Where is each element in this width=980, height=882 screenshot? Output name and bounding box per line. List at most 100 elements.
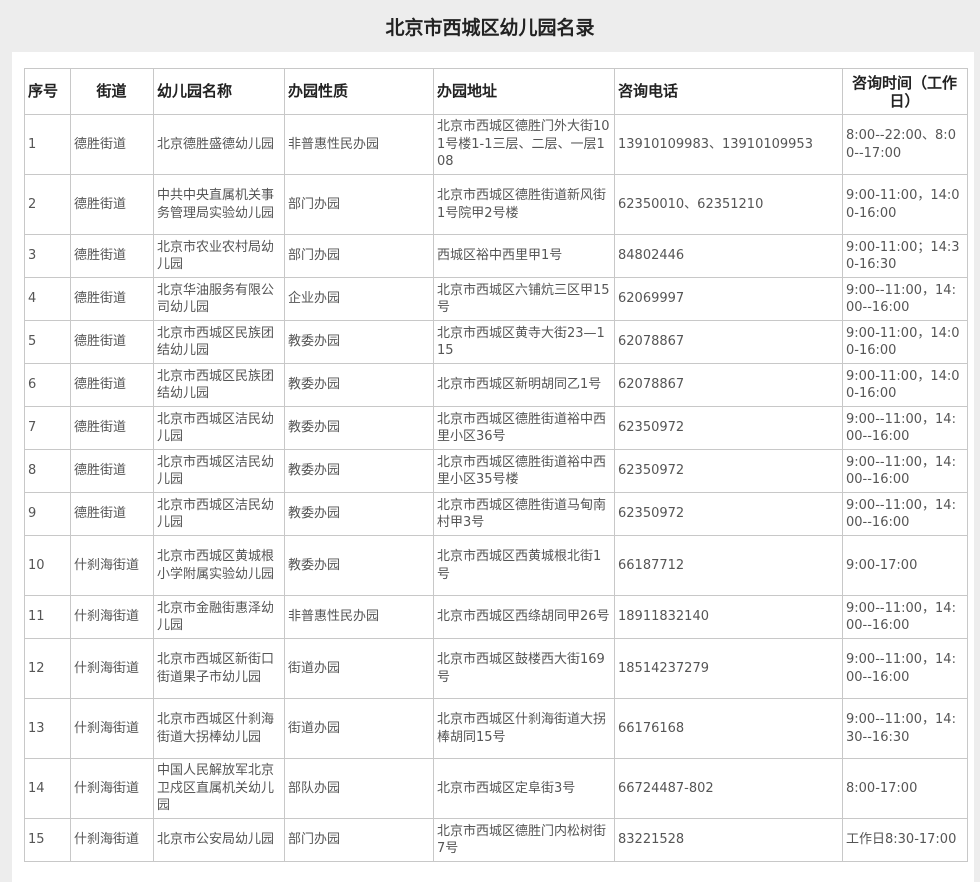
cell-type: 街道办园 bbox=[284, 638, 434, 699]
cell-phone: 18514237279 bbox=[614, 638, 843, 699]
table-body: 1 德胜街道 北京德胜盛德幼儿园 非普惠性民办园 北京市西城区德胜门外大街101号楼1-… bbox=[24, 114, 968, 862]
cell-no: 10 bbox=[24, 535, 71, 596]
cell-time: 9:00--11:00，14:00--16:00 bbox=[842, 277, 968, 321]
cell-phone: 84802446 bbox=[614, 234, 843, 278]
cell-kindergarten-name: 北京市西城区民族团结幼儿园 bbox=[153, 363, 285, 407]
table-row: 1 德胜街道 北京德胜盛德幼儿园 非普惠性民办园 北京市西城区德胜门外大街101号楼1-… bbox=[24, 114, 968, 175]
cell-type: 部门办园 bbox=[284, 234, 434, 278]
table-row: 14 什刹海街道 中国人民解放军北京卫戍区直属机关幼儿园 部队办园 北京市西城区定阜街3… bbox=[24, 758, 968, 819]
cell-no: 9 bbox=[24, 492, 71, 536]
cell-time: 9:00--11:00，14:00--16:00 bbox=[842, 595, 968, 639]
cell-street: 什刹海街道 bbox=[70, 638, 154, 699]
cell-time: 工作日8:30-17:00 bbox=[842, 818, 968, 862]
header-type: 办园性质 bbox=[284, 68, 434, 115]
cell-type: 非普惠性民办园 bbox=[284, 595, 434, 639]
table-row: 8 德胜街道 北京市西城区洁民幼儿园 教委办园 北京市西城区德胜街道裕中西里小区35号楼… bbox=[24, 449, 968, 493]
cell-time: 8:00-17:00 bbox=[842, 758, 968, 819]
table-row: 7 德胜街道 北京市西城区洁民幼儿园 教委办园 北京市西城区德胜街道裕中西里小区36号 6… bbox=[24, 406, 968, 450]
cell-kindergarten-name: 北京德胜盛德幼儿园 bbox=[153, 114, 285, 175]
cell-street: 德胜街道 bbox=[70, 492, 154, 536]
cell-phone: 62078867 bbox=[614, 320, 843, 364]
header-address: 办园地址 bbox=[433, 68, 615, 115]
table-row: 5 德胜街道 北京市西城区民族团结幼儿园 教委办园 北京市西城区黄寺大街23—115 62… bbox=[24, 320, 968, 364]
cell-no: 11 bbox=[24, 595, 71, 639]
cell-street: 德胜街道 bbox=[70, 114, 154, 175]
cell-time: 9:00-11:00，14:00-16:00 bbox=[842, 320, 968, 364]
cell-kindergarten-name: 北京市西城区洁民幼儿园 bbox=[153, 406, 285, 450]
cell-phone: 13910109983、13910109953 bbox=[614, 114, 843, 175]
kindergarten-table: 序号 街道 幼儿园名称 办园性质 办园地址 咨询电话 咨询时间（工作日） 1 德胜… bbox=[24, 68, 968, 862]
cell-kindergarten-name: 北京市西城区什刹海街道大拐棒幼儿园 bbox=[153, 698, 285, 759]
cell-time: 8:00--22:00、8:00--17:00 bbox=[842, 114, 968, 175]
cell-type: 教委办园 bbox=[284, 449, 434, 493]
header-time: 咨询时间（工作日） bbox=[842, 68, 968, 115]
cell-kindergarten-name: 北京市西城区洁民幼儿园 bbox=[153, 449, 285, 493]
cell-kindergarten-name: 北京市金融街惠泽幼儿园 bbox=[153, 595, 285, 639]
cell-address: 北京市西城区德胜街道裕中西里小区35号楼 bbox=[433, 449, 615, 493]
cell-no: 15 bbox=[24, 818, 71, 862]
cell-time: 9:00-17:00 bbox=[842, 535, 968, 596]
cell-address: 北京市西城区德胜街道马甸南村甲3号 bbox=[433, 492, 615, 536]
cell-time: 9:00--11:00，14:00--16:00 bbox=[842, 449, 968, 493]
cell-street: 德胜街道 bbox=[70, 320, 154, 364]
cell-type: 部门办园 bbox=[284, 818, 434, 862]
cell-street: 什刹海街道 bbox=[70, 818, 154, 862]
cell-phone: 66187712 bbox=[614, 535, 843, 596]
cell-time: 9:00--11:00，14:00--16:00 bbox=[842, 638, 968, 699]
cell-no: 12 bbox=[24, 638, 71, 699]
table-row: 3 德胜街道 北京市农业农村局幼儿园 部门办园 西城区裕中西里甲1号 84802446 9:… bbox=[24, 234, 968, 278]
cell-phone: 18911832140 bbox=[614, 595, 843, 639]
table-row: 12 什刹海街道 北京市西城区新街口街道果子市幼儿园 街道办园 北京市西城区鼓楼西大街1… bbox=[24, 638, 968, 699]
content-panel: 序号 街道 幼儿园名称 办园性质 办园地址 咨询电话 咨询时间（工作日） 1 德胜… bbox=[12, 52, 974, 882]
cell-no: 6 bbox=[24, 363, 71, 407]
cell-kindergarten-name: 北京市西城区民族团结幼儿园 bbox=[153, 320, 285, 364]
cell-phone: 62350972 bbox=[614, 406, 843, 450]
cell-street: 德胜街道 bbox=[70, 449, 154, 493]
cell-street: 什刹海街道 bbox=[70, 758, 154, 819]
cell-kindergarten-name: 北京市西城区洁民幼儿园 bbox=[153, 492, 285, 536]
cell-street: 什刹海街道 bbox=[70, 595, 154, 639]
cell-no: 3 bbox=[24, 234, 71, 278]
table-row: 9 德胜街道 北京市西城区洁民幼儿园 教委办园 北京市西城区德胜街道马甸南村甲3号 623… bbox=[24, 492, 968, 536]
cell-address: 北京市西城区鼓楼西大街169号 bbox=[433, 638, 615, 699]
cell-address: 北京市西城区德胜街道新风街1号院甲2号楼 bbox=[433, 174, 615, 235]
cell-phone: 62350972 bbox=[614, 492, 843, 536]
cell-time: 9:00--11:00，14:00--16:00 bbox=[842, 406, 968, 450]
cell-type: 企业办园 bbox=[284, 277, 434, 321]
header-street: 街道 bbox=[70, 68, 154, 115]
cell-kindergarten-name: 北京市西城区新街口街道果子市幼儿园 bbox=[153, 638, 285, 699]
cell-address: 西城区裕中西里甲1号 bbox=[433, 234, 615, 278]
cell-phone: 83221528 bbox=[614, 818, 843, 862]
cell-no: 1 bbox=[24, 114, 71, 175]
cell-phone: 66724487-802 bbox=[614, 758, 843, 819]
cell-type: 教委办园 bbox=[284, 535, 434, 596]
cell-kindergarten-name: 北京市农业农村局幼儿园 bbox=[153, 234, 285, 278]
cell-address: 北京市西城区德胜门外大街101号楼1-1三层、二层、一层108 bbox=[433, 114, 615, 175]
table-row: 11 什刹海街道 北京市金融街惠泽幼儿园 非普惠性民办园 北京市西城区西绦胡同甲26号 1… bbox=[24, 595, 968, 639]
table-row: 15 什刹海街道 北京市公安局幼儿园 部门办园 北京市西城区德胜门内松树街7号 83221… bbox=[24, 818, 968, 862]
cell-no: 7 bbox=[24, 406, 71, 450]
cell-type: 部队办园 bbox=[284, 758, 434, 819]
cell-kindergarten-name: 北京市西城区黄城根小学附属实验幼儿园 bbox=[153, 535, 285, 596]
cell-street: 德胜街道 bbox=[70, 174, 154, 235]
cell-type: 教委办园 bbox=[284, 363, 434, 407]
cell-kindergarten-name: 中国人民解放军北京卫戍区直属机关幼儿园 bbox=[153, 758, 285, 819]
header-no: 序号 bbox=[24, 68, 71, 115]
cell-address: 北京市西城区黄寺大街23—115 bbox=[433, 320, 615, 364]
table-row: 10 什刹海街道 北京市西城区黄城根小学附属实验幼儿园 教委办园 北京市西城区西黄城根北… bbox=[24, 535, 968, 596]
cell-type: 部门办园 bbox=[284, 174, 434, 235]
cell-address: 北京市西城区德胜门内松树街7号 bbox=[433, 818, 615, 862]
cell-phone: 62350010、62351210 bbox=[614, 174, 843, 235]
table-row: 13 什刹海街道 北京市西城区什刹海街道大拐棒幼儿园 街道办园 北京市西城区什刹海街道大… bbox=[24, 698, 968, 759]
header-phone: 咨询电话 bbox=[614, 68, 843, 115]
cell-phone: 66176168 bbox=[614, 698, 843, 759]
cell-kindergarten-name: 中共中央直属机关事务管理局实验幼儿园 bbox=[153, 174, 285, 235]
page-title: 北京市西城区幼儿园名录 bbox=[385, 17, 595, 39]
cell-no: 2 bbox=[24, 174, 71, 235]
cell-street: 德胜街道 bbox=[70, 277, 154, 321]
cell-type: 教委办园 bbox=[284, 492, 434, 536]
cell-address: 北京市西城区西绦胡同甲26号 bbox=[433, 595, 615, 639]
cell-time: 9:00-11:00；14:30-16:30 bbox=[842, 234, 968, 278]
table-row: 2 德胜街道 中共中央直属机关事务管理局实验幼儿园 部门办园 北京市西城区德胜街道新风街… bbox=[24, 174, 968, 235]
cell-phone: 62350972 bbox=[614, 449, 843, 493]
